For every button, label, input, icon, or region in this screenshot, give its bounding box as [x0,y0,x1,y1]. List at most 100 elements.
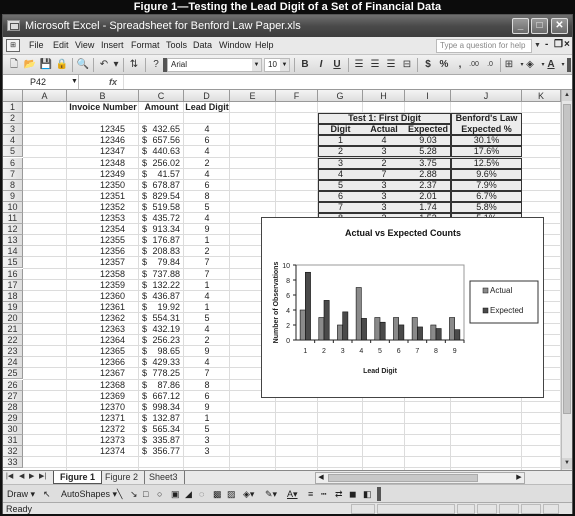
font-name-select[interactable]: Arial ▼ [167,58,262,72]
arrow-style-icon[interactable]: ⇄ [335,488,343,500]
row-header-33[interactable]: 33 [3,457,23,469]
digit-cell[interactable]: 3 [318,158,363,169]
workbook-close-icon[interactable]: × [564,39,570,50]
invoice-number-cell[interactable]: 12366 [67,357,125,368]
lead-digit-cell[interactable]: 3 [184,435,230,446]
print-preview-icon[interactable]: 🔍 [76,58,90,72]
row-header-2[interactable]: 2 [3,113,23,125]
column-header-k[interactable]: K [522,90,561,102]
lead-digit-cell[interactable]: 5 [184,202,230,213]
expected-cell[interactable]: 5.28 [405,146,451,157]
column-header-a[interactable]: A [23,90,67,102]
lead-digit-cell[interactable]: 2 [184,335,230,346]
row-header-26[interactable]: 26 [3,379,23,391]
menu-help[interactable]: Help [255,40,274,50]
row-header-29[interactable]: 29 [3,412,23,424]
invoice-number-cell[interactable]: 12348 [67,158,125,169]
lead-digit-cell[interactable]: 7 [184,257,230,268]
horizontal-scroll-thumb[interactable] [328,474,478,482]
vertical-scrollbar[interactable]: ▲ ▼ [561,90,572,470]
scroll-up-icon[interactable]: ▲ [562,90,572,101]
column-header-b[interactable]: B [67,90,139,102]
help-question-input[interactable]: Type a question for help [436,39,532,53]
new-icon[interactable]: 🗋 [7,58,21,72]
permission-icon[interactable]: 🔒 [55,58,69,72]
lead-digit-cell[interactable]: 4 [184,324,230,335]
first-sheet-icon[interactable]: |◀ [6,472,13,480]
amount-cell[interactable]: $256.23 [139,335,180,346]
amount-cell[interactable]: $998.34 [139,402,180,413]
expected-cell[interactable]: 2.37 [405,180,451,191]
amount-cell[interactable]: $208.83 [139,246,180,257]
invoice-number-cell[interactable]: 12372 [67,424,125,435]
invoice-number-cell[interactable]: 12361 [67,302,125,313]
amount-cell[interactable]: $667.12 [139,391,180,402]
row-header-10[interactable]: 10 [3,201,23,213]
select-objects-icon[interactable]: ↖ [43,488,51,500]
maximize-button[interactable]: □ [531,18,548,34]
menu-insert[interactable]: Insert [101,40,124,50]
expected-cell[interactable]: 3.75 [405,158,451,169]
row-header-11[interactable]: 11 [3,213,23,225]
invoice-number-cell[interactable]: 12369 [67,391,125,402]
expected-pct-cell[interactable]: 30.1% [451,135,522,146]
font-size-select[interactable]: 10 ▼ [264,58,290,72]
lead-digit-cell[interactable]: 6 [184,135,230,146]
minimize-button[interactable]: _ [512,18,529,34]
actual-cell[interactable]: 3 [363,146,405,157]
digit-cell[interactable]: 4 [318,169,363,180]
currency-button[interactable]: $ [421,58,435,72]
invoice-number-cell[interactable]: 12350 [67,180,125,191]
row-header-6[interactable]: 6 [3,157,23,169]
open-icon[interactable]: 📂 [23,58,37,72]
digit-cell[interactable]: 6 [318,191,363,202]
lead-digit-cell[interactable]: 7 [184,368,230,379]
actual-cell[interactable]: 3 [363,202,405,213]
last-sheet-icon[interactable]: ▶| [39,472,46,480]
lead-digit-cell[interactable]: 5 [184,313,230,324]
diagram-icon[interactable]: ◌ [199,488,204,500]
amount-cell[interactable]: $98.65 [139,346,180,357]
row-header-9[interactable]: 9 [3,190,23,202]
row-header-22[interactable]: 22 [3,335,23,347]
lead-digit-cell[interactable]: 9 [184,346,230,357]
amount-cell[interactable]: $41.57 [139,169,180,180]
dash-style-icon[interactable]: ┅ [321,488,326,500]
row-header-17[interactable]: 17 [3,279,23,291]
column-header-e[interactable]: E [230,90,276,102]
oval-icon[interactable]: ○ [157,488,162,500]
amount-cell[interactable]: $657.56 [139,135,180,146]
lead-digit-cell[interactable]: 2 [184,158,230,169]
underline-button[interactable]: U [330,58,344,72]
amount-cell[interactable]: $132.22 [139,280,180,291]
lead-digit-cell[interactable]: 3 [184,446,230,457]
expected-pct-cell[interactable]: 17.6% [451,146,522,157]
lead-digit-cell[interactable]: 4 [184,124,230,135]
row-header-3[interactable]: 3 [3,124,23,136]
amount-cell[interactable]: $87.86 [139,380,180,391]
digit-cell[interactable]: 7 [318,202,363,213]
prev-sheet-icon[interactable]: ◀ [19,472,24,480]
actual-cell[interactable]: 3 [363,191,405,202]
draw-menu-button[interactable]: Draw ▾ [7,488,35,500]
amount-cell[interactable]: $829.54 [139,191,180,202]
lead-digit-cell[interactable]: 4 [184,357,230,368]
amount-cell[interactable]: $519.58 [139,202,180,213]
rectangle-icon[interactable]: □ [143,488,148,500]
row-header-8[interactable]: 8 [3,179,23,191]
invoice-number-cell[interactable]: 12368 [67,380,125,391]
font-dropdown-icon[interactable]: ▼ [252,59,261,71]
row-header-20[interactable]: 20 [3,312,23,324]
expected-pct-cell[interactable]: 6.7% [451,191,522,202]
invoice-number-cell[interactable]: 12367 [67,368,125,379]
name-box[interactable]: P42 [3,75,79,89]
invoice-number-cell[interactable]: 12356 [67,246,125,257]
invoice-number-cell[interactable]: 12352 [67,202,125,213]
lead-digit-cell[interactable]: 4 [184,169,230,180]
amount-cell[interactable]: $19.92 [139,302,180,313]
invoice-number-cell[interactable]: 12370 [67,402,125,413]
lead-digit-cell[interactable]: 4 [184,213,230,224]
wordart-icon[interactable]: ◢ [185,488,192,500]
column-header-c[interactable]: C [139,90,184,102]
line-color-icon[interactable]: ✎▾ [265,488,277,500]
